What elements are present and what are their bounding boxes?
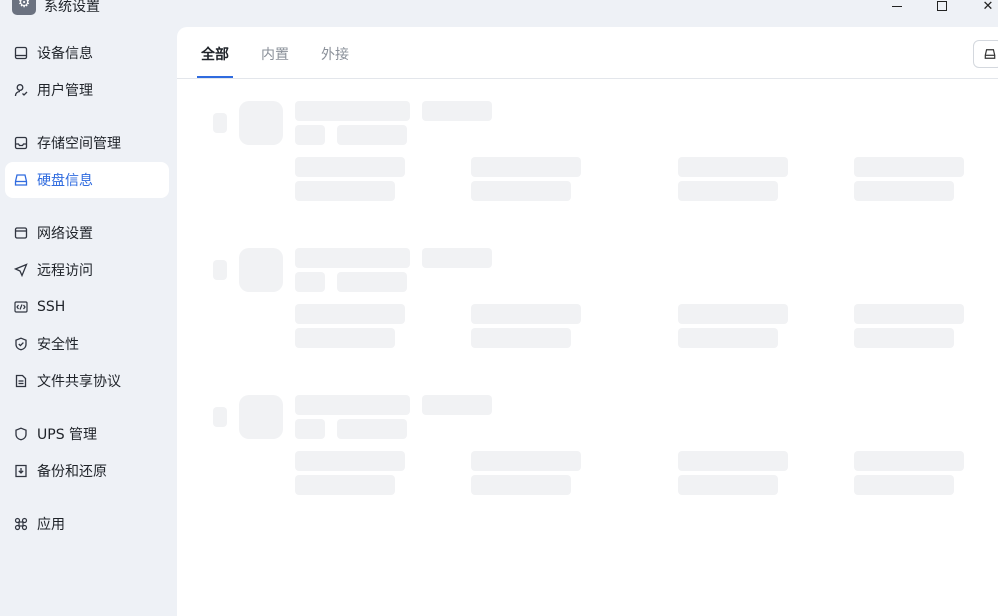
shield-icon	[14, 427, 28, 441]
skeleton-line	[471, 475, 571, 495]
skeleton-line	[471, 181, 571, 201]
skeleton-line	[854, 451, 964, 471]
skeleton-line	[678, 181, 778, 201]
sidebar-item-remote-access[interactable]: 远程访问	[5, 252, 169, 288]
sidebar-item-label: 用户管理	[37, 83, 93, 99]
skeleton-line	[422, 395, 492, 415]
sidebar-item-label: 存储空间管理	[37, 136, 121, 152]
skeleton-line	[295, 328, 395, 348]
sidebar-item-ups[interactable]: UPS 管理	[5, 416, 169, 452]
sidebar-item-label: UPS 管理	[37, 427, 98, 443]
skeleton-avatar	[239, 395, 283, 439]
tab-external[interactable]: 外接	[321, 44, 349, 64]
sidebar-item-ssh[interactable]: SSH	[5, 289, 169, 325]
skeleton-line	[422, 101, 492, 121]
sidebar-item-label: 应用	[37, 517, 65, 533]
skeleton-line	[295, 272, 325, 292]
skeleton-line	[854, 157, 964, 177]
skeleton-line	[295, 475, 395, 495]
skeleton-line	[471, 328, 571, 348]
sidebar-item-label: 网络设置	[37, 226, 93, 242]
sidebar-item-label: 备份和还原	[37, 464, 107, 480]
disk-icon	[984, 49, 996, 59]
skeleton-line	[295, 101, 410, 121]
skeleton-line	[295, 451, 405, 471]
main-panel: 全部 内置 外接	[177, 27, 998, 616]
skeleton-line	[295, 304, 405, 324]
skeleton-line	[854, 181, 954, 201]
skeleton-line	[337, 125, 407, 145]
sidebar-item-label: 远程访问	[37, 263, 93, 279]
skeleton-line	[471, 304, 581, 324]
sidebar-item-label: 设备信息	[37, 46, 93, 62]
minimize-button[interactable]	[885, 0, 909, 15]
skeleton-checkbox	[213, 260, 227, 280]
skeleton-line	[678, 451, 788, 471]
backup-icon	[14, 464, 28, 478]
skeleton-line	[422, 248, 492, 268]
skeleton-checkbox	[213, 407, 227, 427]
skeleton-line	[854, 475, 954, 495]
skeleton-line	[295, 248, 410, 268]
user-icon	[14, 83, 28, 97]
title-bar[interactable]: ⚙ 系统设置 ✕	[0, 0, 998, 22]
tab-bar: 全部 内置 外接	[177, 27, 998, 79]
document-icon	[14, 374, 28, 388]
sidebar-item-label: 安全性	[37, 337, 79, 353]
close-button[interactable]: ✕	[976, 0, 998, 15]
settings-window: ⚙ 系统设置 ✕ 设备信息 用户管理 存储空间管理 硬盘信息 网络设置 远程访问…	[0, 0, 998, 616]
skeleton-line	[678, 475, 778, 495]
shield-check-icon	[14, 337, 28, 351]
window-title: 系统设置	[44, 0, 100, 15]
sidebar-item-label: 文件共享协议	[37, 374, 121, 390]
skeleton-line	[678, 304, 788, 324]
skeleton-checkbox	[213, 113, 227, 133]
sidebar-item-label: SSH	[37, 299, 66, 315]
command-icon	[14, 517, 28, 531]
skeleton-line	[471, 157, 581, 177]
tab-internal[interactable]: 内置	[261, 44, 289, 64]
maximize-icon	[937, 1, 947, 11]
sidebar-item-label: 硬盘信息	[37, 173, 93, 189]
skeleton-line	[295, 419, 325, 439]
sidebar-item-storage[interactable]: 存储空间管理	[5, 125, 169, 161]
skeleton-line	[854, 304, 964, 324]
sidebar-item-network[interactable]: 网络设置	[5, 215, 169, 251]
view-toggle-button[interactable]	[973, 40, 998, 68]
sidebar-item-backup[interactable]: 备份和还原	[5, 453, 169, 489]
send-icon	[14, 263, 28, 277]
sidebar-item-security[interactable]: 安全性	[5, 326, 169, 362]
sidebar-item-disk-info[interactable]: 硬盘信息	[5, 162, 169, 198]
skeleton-line	[854, 328, 954, 348]
skeleton-line	[295, 157, 405, 177]
network-icon	[14, 226, 28, 240]
device-icon	[14, 46, 28, 60]
skeleton-line	[337, 272, 407, 292]
sidebar-item-file-sharing[interactable]: 文件共享协议	[5, 363, 169, 399]
maximize-button[interactable]	[930, 0, 954, 15]
skeleton-line	[678, 157, 788, 177]
tab-all[interactable]: 全部	[201, 44, 229, 64]
skeleton-line	[678, 328, 778, 348]
skeleton-line	[295, 181, 395, 201]
skeleton-avatar	[239, 248, 283, 292]
gear-icon: ⚙	[12, 0, 36, 15]
minimize-icon	[892, 5, 902, 7]
sidebar-item-apps[interactable]: 应用	[5, 506, 169, 542]
skeleton-line	[295, 125, 325, 145]
sidebar-item-users[interactable]: 用户管理	[5, 72, 169, 108]
tab-indicator	[197, 76, 233, 78]
skeleton-line	[337, 419, 407, 439]
close-icon: ✕	[982, 0, 994, 14]
code-icon	[14, 300, 28, 314]
skeleton-line	[471, 451, 581, 471]
disk-icon	[14, 173, 28, 187]
skeleton-avatar	[239, 101, 283, 145]
storage-icon	[14, 136, 28, 150]
skeleton-line	[295, 395, 410, 415]
sidebar-item-device-info[interactable]: 设备信息	[5, 35, 169, 71]
